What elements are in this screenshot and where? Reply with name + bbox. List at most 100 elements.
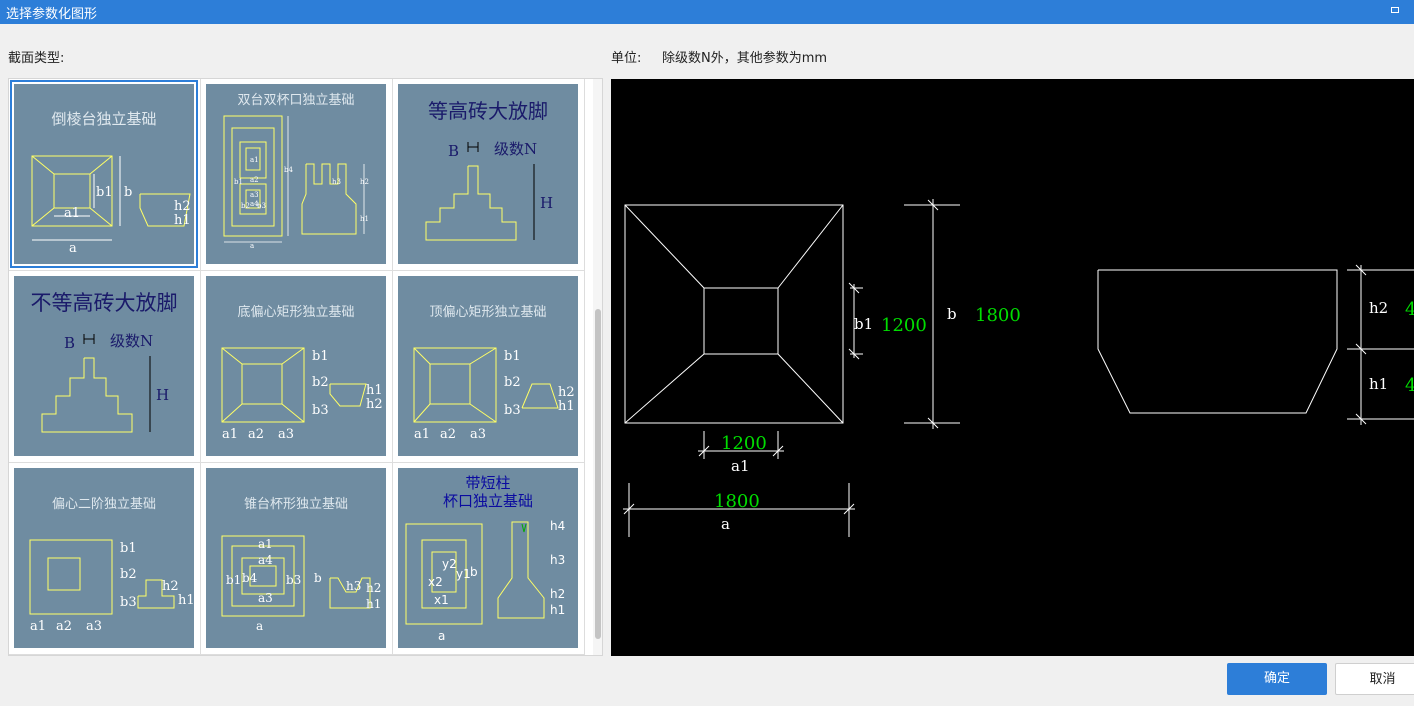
svg-text:h2: h2: [162, 579, 179, 594]
b-label: b: [947, 305, 957, 323]
svg-text:顶偏心矩形独立基础: 顶偏心矩形独立基础: [429, 305, 546, 320]
grid-scrollbar-thumb[interactable]: [595, 309, 601, 639]
svg-text:h1: h1: [178, 593, 194, 608]
svg-text:a3: a3: [250, 191, 259, 199]
svg-text:b: b: [314, 571, 322, 585]
svg-text:h3: h3: [550, 553, 565, 567]
section-option-double-cup[interactable]: 双台双杯口独立基础 a1 a2 a3 a4 b1 b2 b3 b4 h1 h2 …: [201, 79, 393, 271]
svg-text:b3: b3: [312, 403, 329, 418]
svg-text:倒棱台独立基础: 倒棱台独立基础: [51, 110, 156, 128]
svg-text:h4: h4: [550, 519, 565, 533]
svg-text:h2: h2: [360, 178, 369, 186]
unit-description: 除级数N外，其他参数为mm: [662, 51, 828, 66]
h1-label: h1: [1369, 375, 1388, 393]
svg-text:h1: h1: [558, 399, 575, 414]
svg-text:b1: b1: [96, 185, 113, 200]
section-option-top-eccentric[interactable]: 顶偏心矩形独立基础 b1 b2 b3 h2 h1 a1 a2 a3: [393, 271, 585, 463]
eccentric-two-step-drawing: 偏心二阶独立基础 b1 b2 b3 h2 h1 a1 a2 a3: [29, 497, 194, 634]
svg-text:a2: a2: [56, 619, 72, 634]
svg-text:x2: x2: [428, 575, 443, 589]
a1-value: 1200: [721, 433, 767, 454]
title-bar: 选择参数化图形: [0, 0, 1414, 24]
section-option-equal-brick-footing[interactable]: 等高砖大放脚 B 级数N H: [393, 79, 585, 271]
svg-text:b1: b1: [120, 541, 137, 556]
svg-text:b: b: [124, 185, 132, 200]
svg-text:a1: a1: [258, 537, 273, 551]
bottom-eccentric-drawing: 底偏心矩形独立基础 b1 b2 b3 h1 h2 a1 a2 a3: [221, 304, 383, 442]
preview-drawing: b1 b a1 a h2 h1 1200 1800 1200 1800 4 4: [623, 199, 1414, 537]
svg-text:b3: b3: [504, 403, 521, 418]
svg-text:a3: a3: [278, 427, 294, 442]
svg-text:b1: b1: [226, 573, 241, 587]
svg-text:b1: b1: [504, 349, 521, 364]
svg-text:锥台杯形独立基础: 锥台杯形独立基础: [244, 497, 348, 512]
cancel-button[interactable]: 取消: [1335, 663, 1414, 695]
svg-text:a1: a1: [64, 206, 80, 221]
section-type-grid: 倒棱台独立基础 a1 b1 b h2 h1 a 双台双杯口独立基础 a1 a2 …: [8, 78, 603, 656]
unit-label: 单位:: [611, 51, 642, 66]
svg-text:a: a: [256, 619, 263, 633]
section-option-unequal-brick-footing[interactable]: 不等高砖大放脚 B 级数N H: [9, 271, 201, 463]
section-option-short-column-cup[interactable]: 带短柱 杯口独立基础 h4 h3 h2 h1 y2 y1 x2 x1 b a: [393, 463, 585, 655]
svg-text:a1: a1: [30, 619, 46, 634]
svg-text:h1: h1: [366, 597, 381, 611]
svg-text:带短柱: 带短柱: [465, 474, 510, 492]
svg-text:b3: b3: [286, 573, 301, 587]
svg-text:a2: a2: [250, 176, 259, 184]
a-label: a: [721, 515, 730, 533]
svg-text:a1: a1: [250, 156, 259, 164]
section-option-frustum-cup[interactable]: 锥台杯形独立基础 a1 a4 b1 b4 b3 a3 b h3 h2 h1 a: [201, 463, 393, 655]
section-option-bottom-eccentric[interactable]: 底偏心矩形独立基础 b1 b2 b3 h1 h2 a1 a2 a3: [201, 271, 393, 463]
equal-brick-footing-drawing: 等高砖大放脚 B 级数N H: [425, 99, 553, 241]
svg-text:a1: a1: [222, 427, 238, 442]
svg-text:b4: b4: [242, 571, 258, 585]
svg-text:a1: a1: [414, 427, 430, 442]
maximize-icon[interactable]: [1391, 7, 1399, 13]
svg-text:b2: b2: [241, 202, 250, 210]
svg-text:偏心二阶独立基础: 偏心二阶独立基础: [52, 497, 156, 512]
svg-text:b2: b2: [120, 567, 137, 582]
svg-text:h1: h1: [366, 383, 383, 398]
section-option-eccentric-two-step[interactable]: 偏心二阶独立基础 b1 b2 b3 h2 h1 a1 a2 a3: [9, 463, 201, 655]
b1-value: 1200: [881, 315, 927, 336]
svg-text:a3: a3: [470, 427, 486, 442]
top-eccentric-drawing: 顶偏心矩形独立基础 b1 b2 b3 h2 h1 a1 a2 a3: [413, 305, 575, 442]
svg-text:a3: a3: [86, 619, 102, 634]
svg-text:b1: b1: [312, 349, 329, 364]
thumbnail-image: 倒棱台独立基础 a1 b1 b h2 h1 a: [10, 80, 198, 268]
svg-text:b3: b3: [257, 202, 266, 210]
thumbnail-image: 偏心二阶独立基础 b1 b2 b3 h2 h1 a1 a2 a3: [14, 468, 194, 648]
thumbnail-image: 不等高砖大放脚 B 级数N H: [14, 276, 194, 456]
section-option-inverted-frustum[interactable]: 倒棱台独立基础 a1 b1 b h2 h1 a: [9, 79, 201, 271]
unequal-brick-footing-drawing: 不等高砖大放脚 B 级数N H: [31, 291, 178, 433]
svg-text:y1: y1: [456, 567, 471, 581]
svg-text:h2: h2: [558, 385, 575, 400]
svg-text:级数N: 级数N: [494, 140, 537, 158]
h1-value: 4: [1405, 375, 1414, 396]
svg-text:a: a: [69, 241, 77, 256]
svg-text:h2: h2: [366, 581, 381, 595]
a-value: 1800: [714, 491, 760, 512]
svg-text:h1: h1: [360, 215, 369, 223]
grid-scrollbar[interactable]: [593, 79, 602, 655]
svg-text:h3: h3: [332, 178, 341, 186]
svg-text:h3: h3: [346, 579, 361, 593]
svg-text:h2: h2: [366, 397, 383, 412]
thumbnail-image: 双台双杯口独立基础 a1 a2 a3 a4 b1 b2 b3 b4 h1 h2 …: [206, 84, 386, 264]
short-column-cup-drawing: 带短柱 杯口独立基础 h4 h3 h2 h1 y2 y1 x2 x1 b a: [405, 474, 565, 643]
thumbnail-image: 锥台杯形独立基础 a1 a4 b1 b4 b3 a3 b h3 h2 h1 a: [206, 468, 386, 648]
svg-text:h2: h2: [174, 199, 191, 214]
svg-text:a: a: [438, 629, 445, 643]
double-cup-drawing: 双台双杯口独立基础 a1 a2 a3 a4 b1 b2 b3 b4 h1 h2 …: [223, 93, 369, 250]
svg-text:h1: h1: [550, 603, 565, 617]
window-title: 选择参数化图形: [6, 7, 98, 22]
svg-text:杯口独立基础: 杯口独立基础: [443, 492, 533, 510]
a1-label: a1: [731, 457, 750, 475]
svg-text:a: a: [250, 242, 254, 250]
h2-label: h2: [1369, 299, 1388, 317]
svg-text:a2: a2: [440, 427, 456, 442]
svg-text:级数N: 级数N: [110, 332, 153, 350]
svg-text:a3: a3: [258, 591, 273, 605]
ok-button[interactable]: 确定: [1227, 663, 1327, 695]
svg-text:B: B: [64, 334, 75, 352]
